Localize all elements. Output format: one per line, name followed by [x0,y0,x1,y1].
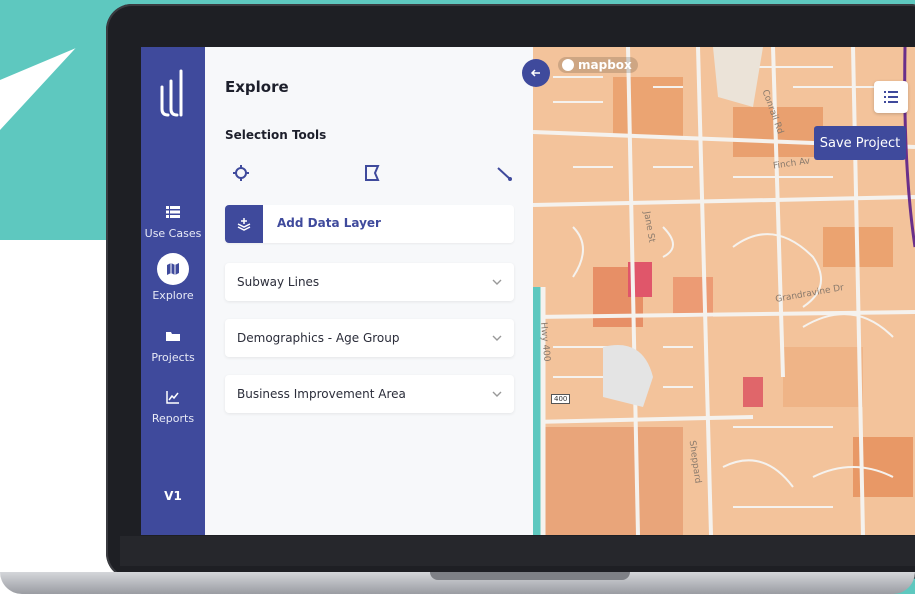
accordion-business-improvement-area[interactable]: Business Improvement Area [225,375,514,413]
selection-tools-heading: Selection Tools [225,128,327,142]
accordion-label: Subway Lines [237,275,320,289]
arrow-left-icon [530,69,540,77]
accordion-demographics-age-group[interactable]: Demographics - Age Group [225,319,514,357]
map-icon [167,263,179,275]
add-data-layer-label: Add Data Layer [277,216,381,230]
sidebar-item-reports[interactable]: Reports [141,388,205,425]
map-view[interactable]: Finch Av Conrail Rd Grandravine Dr Jane … [533,47,915,535]
sidebar-item-label: Explore [152,289,194,302]
chart-icon [166,391,179,404]
polygon-select-icon[interactable] [362,163,382,183]
mapbox-logo-icon [562,59,574,71]
save-project-button[interactable]: Save Project [814,126,906,160]
chevron-down-icon [492,391,502,397]
accordion-label: Business Improvement Area [237,387,406,401]
mapbox-attribution[interactable]: mapbox [558,57,638,73]
laptop-hinge-notch [430,572,630,580]
list-icon [884,91,898,103]
laptop-bezel-chin [120,536,915,566]
line-select-icon[interactable] [494,163,514,183]
accordion-label: Demographics - Age Group [237,331,400,345]
list-icon [166,206,180,218]
layers-add-icon [225,205,263,243]
chevron-down-icon [492,279,502,285]
app-logo-icon [160,69,183,117]
chevron-down-icon [492,335,502,341]
accordion-subway-lines[interactable]: Subway Lines [225,263,514,301]
add-data-layer-button[interactable]: Add Data Layer [225,205,514,243]
explore-panel: Explore Selection Tools Add Data Layer S… [205,47,597,535]
sidebar-item-projects[interactable]: Projects [141,327,205,364]
point-select-icon[interactable] [231,163,251,183]
sidebar: Use Cases Explore Projects Reports V1 [141,47,205,535]
collapse-panel-button[interactable] [522,59,550,87]
sidebar-item-use-cases[interactable]: Use Cases [141,203,205,240]
sidebar-item-label: Reports [151,412,195,425]
active-indicator [157,253,189,285]
page-title: Explore [225,78,289,96]
folder-icon [166,332,180,341]
sidebar-item-label: Projects [151,351,195,364]
legend-toggle-button[interactable] [874,81,908,113]
highway-shield: 400 [551,394,571,404]
version-label: V1 [164,489,182,503]
app-screen: Use Cases Explore Projects Reports V1 Ex… [141,47,915,535]
map-canvas [533,47,915,535]
sidebar-item-explore[interactable]: Explore [141,253,205,302]
sidebar-item-label: Use Cases [144,227,202,240]
mapbox-label: mapbox [578,58,632,72]
